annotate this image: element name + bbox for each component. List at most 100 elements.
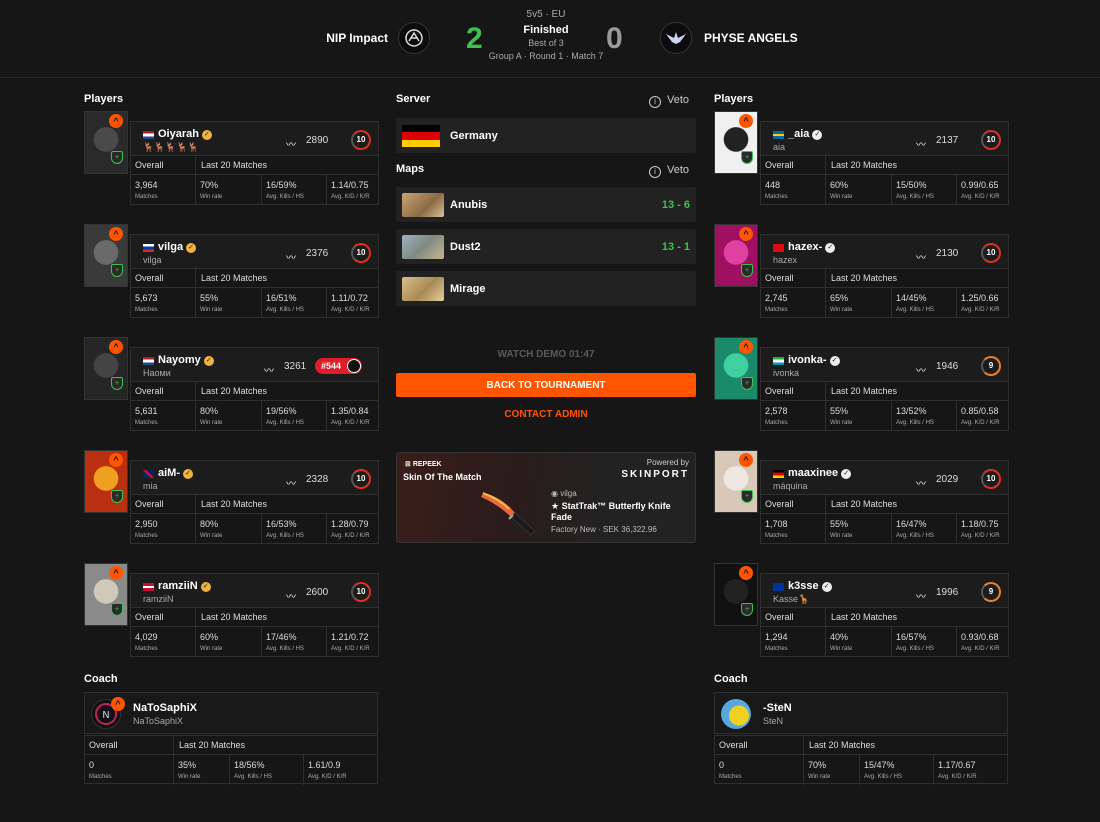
player-card[interactable]: ^ + maaxinee ✓ máquina 〰 2029 10 Overall Last 20 …: [714, 450, 1009, 544]
player-name[interactable]: Oiyarah ✓: [158, 128, 212, 140]
player-name[interactable]: maaxinee ✓: [788, 467, 852, 479]
verified-badge-icon: ✓: [201, 130, 212, 140]
stat-matches: 0 Matches: [715, 755, 803, 785]
stat-label: Win rate: [200, 194, 223, 200]
stat-kd-kr: 0.85/0.58 Avg. K/D / K/R: [956, 401, 1010, 431]
team1-name[interactable]: NIP Impact: [326, 31, 388, 45]
player-card[interactable]: ^ + _aia ✓ aia 〰 2137 10 Overall Last 20 Matches 4…: [714, 111, 1009, 205]
player-avatar[interactable]: ^ +: [714, 450, 758, 513]
map-score: 13 - 6: [661, 199, 690, 211]
stat-label: Avg. K/D / K/R: [331, 420, 370, 426]
player-name[interactable]: aiM- ✓: [158, 467, 193, 479]
player-card[interactable]: ^ + ramziiN ✓ ramziiN 〰 2600 10 Overall Last 20 M…: [84, 563, 379, 657]
stat-win-rate: 55% Win rate: [825, 401, 891, 431]
player-avatar[interactable]: ^ +: [84, 337, 128, 400]
player-name-text: Nayomy: [158, 354, 201, 366]
shield-icon: +: [741, 264, 753, 277]
player-avatar[interactable]: ^ +: [84, 111, 128, 174]
player-card[interactable]: ^ + Oiyarah ✓ 🦌🦌🦌🦌🦌 〰 2890 10 Overall Last 20 Mat…: [84, 111, 379, 205]
divider: [195, 269, 196, 288]
player-card[interactable]: ^ + k3sse ✓ Kasse🦒 〰 1996 9 Overall Last 20 Match…: [714, 563, 1009, 657]
team1-logo-icon[interactable]: [398, 22, 430, 54]
player-avatar[interactable]: ^ +: [84, 563, 128, 626]
overall-label: Overall: [765, 499, 794, 509]
coach-card[interactable]: N ^ NaToSaphiX NaToSaphiX Overall Last 2…: [84, 692, 378, 785]
player-avatar[interactable]: ^ +: [84, 450, 128, 513]
player-card[interactable]: ^ + hazex- ✓ hazex 〰 2130 10 Overall Last 20 Matc…: [714, 224, 1009, 318]
player-name-text: hazex-: [788, 241, 823, 253]
contact-admin-link[interactable]: CONTACT ADMIN: [396, 409, 696, 420]
back-to-tournament-button[interactable]: BACK TO TOURNAMENT: [396, 373, 696, 397]
player-info: aiM- ✓ mia 〰 2328 10: [130, 460, 379, 495]
player-avatar[interactable]: ^ +: [714, 224, 758, 287]
elo-trend-icon: 〰: [916, 253, 926, 264]
stat-value: 1.35/0.84: [331, 406, 369, 416]
player-name[interactable]: ramziiN ✓: [158, 580, 211, 592]
skill-level-icon: 10: [351, 130, 371, 150]
player-avatar[interactable]: ^ +: [714, 111, 758, 174]
stat-label: Win rate: [200, 533, 223, 539]
player-avatar[interactable]: ^ +: [714, 563, 758, 626]
stat-label: Matches: [89, 774, 112, 780]
country-flag-icon: [143, 131, 154, 139]
player-name[interactable]: vilga ✓: [158, 241, 197, 253]
stat-value: 5,631: [135, 406, 158, 416]
player-card[interactable]: ^ + vilga ✓ vilga 〰 2376 10 Overall Last 20 Match…: [84, 224, 379, 318]
skill-level-icon: 10: [351, 469, 371, 489]
server-veto-link[interactable]: i Veto: [649, 94, 689, 108]
player-elo: 1946: [936, 361, 959, 372]
skinport-logo[interactable]: SKINPORT: [621, 469, 689, 480]
stat-value: 3,964: [135, 180, 158, 190]
coach-avatar[interactable]: [721, 699, 751, 729]
team2-logo-icon[interactable]: [660, 22, 692, 54]
stat-label: Avg. Kills / HS: [234, 774, 272, 780]
team2-name[interactable]: PHYSE ANGELS: [704, 31, 798, 45]
player-name[interactable]: ivonka- ✓: [788, 354, 840, 366]
skin-of-the-match-card[interactable]: ⊠ REPEEK Skin Of The Match Powered by SK…: [396, 452, 696, 543]
stat-value: 1.25/0.66: [961, 293, 999, 303]
player-stats: Overall Last 20 Matches 2,745 Matches 65% Win…: [760, 268, 1009, 318]
player-card[interactable]: ^ + ivonka- ✓ ivonka 〰 1946 9 Overall Last 20 Mat…: [714, 337, 1009, 431]
map-row[interactable]: Anubis 13 - 6: [396, 187, 696, 222]
stat-label: Win rate: [178, 774, 201, 780]
player-name-text: vilga: [158, 241, 184, 253]
elo-trend-icon: 〰: [916, 366, 926, 377]
stat-value: 16/53%: [266, 519, 297, 529]
player-name[interactable]: k3sse ✓: [788, 580, 832, 592]
country-flag-icon: [773, 131, 784, 139]
coach-name[interactable]: -SteN: [763, 702, 792, 714]
stat-label: Win rate: [830, 307, 853, 313]
player-stats: Overall Last 20 Matches 5,631 Matches 80% Win…: [130, 381, 379, 431]
map-row[interactable]: Mirage: [396, 271, 696, 306]
map-thumbnail-anubis: [402, 193, 444, 217]
maps-veto-link[interactable]: i Veto: [649, 164, 689, 178]
stats-header: Overall Last 20 Matches: [761, 608, 1008, 627]
player-avatar[interactable]: ^ +: [714, 337, 758, 400]
stat-label: Avg. K/D / K/R: [331, 194, 370, 200]
stats-header: Overall Last 20 Matches: [131, 608, 378, 627]
player-name[interactable]: Nayomy ✓: [158, 354, 214, 366]
stat-kd-kr: 1.11/0.72 Avg. K/D / K/R: [326, 288, 380, 318]
verified-badge-icon: ✓: [183, 469, 193, 479]
watch-demo-button[interactable]: WATCH DEMO 01:47: [396, 349, 696, 360]
player-name[interactable]: hazex- ✓: [788, 241, 836, 253]
stat-value: 13/52%: [896, 406, 927, 416]
player-avatar[interactable]: ^ +: [84, 224, 128, 287]
player-name-text: k3sse: [788, 580, 819, 592]
skill-level-icon: 10: [981, 469, 1001, 489]
stats-header: Overall Last 20 Matches: [131, 269, 378, 288]
rank-badge-icon: ^: [109, 340, 123, 354]
brand-label: REPEEK: [412, 461, 442, 468]
player-card[interactable]: ^ + aiM- ✓ mia 〰 2328 10 Overall Last 20 Matches 2…: [84, 450, 379, 544]
player-card[interactable]: ^ + Nayomy ✓ Наоми 〰 3261 #544 Overall Last 20 Ma…: [84, 337, 379, 431]
map-row[interactable]: Dust2 13 - 1: [396, 229, 696, 264]
player-nickname: vilga: [143, 255, 162, 265]
coach-card[interactable]: -SteN SteN Overall Last 20 Matches 0 Matc…: [714, 692, 1008, 785]
player-name[interactable]: _aia ✓: [788, 128, 823, 140]
player-stats: Overall Last 20 Matches 2,950 Matches 80% Win…: [130, 494, 379, 544]
stat-value: 1.28/0.79: [331, 519, 369, 529]
coach-stats: Overall Last 20 Matches 0 Matches 70% Win …: [714, 735, 1008, 785]
rank-badge-icon: ^: [739, 340, 753, 354]
player-stats: Overall Last 20 Matches 1,294 Matches 40% Win…: [760, 607, 1009, 657]
coach-name[interactable]: NaToSaphiX: [133, 702, 197, 714]
